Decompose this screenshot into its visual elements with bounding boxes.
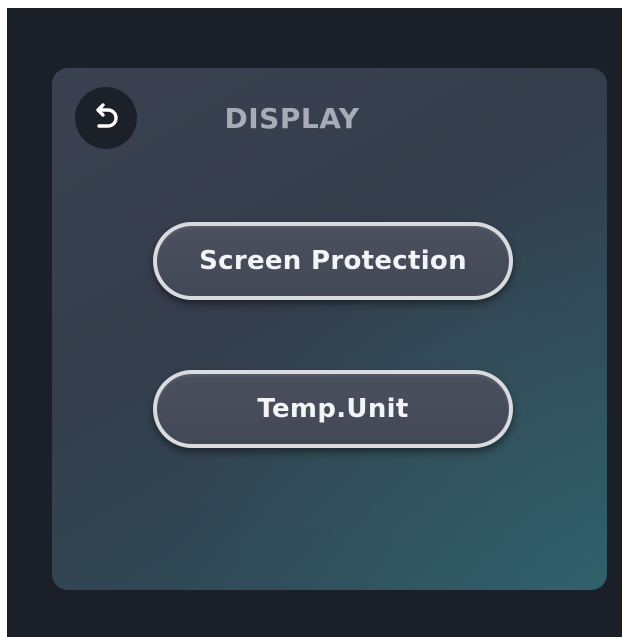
screen-protection-label: Screen Protection xyxy=(199,246,467,276)
temp-unit-label: Temp.Unit xyxy=(257,394,409,424)
screen-protection-button[interactable]: Screen Protection xyxy=(153,222,513,300)
page-title: DISPLAY xyxy=(224,102,360,135)
display-settings-panel: DISPLAY Screen Protection Temp.Unit xyxy=(52,68,607,590)
temp-unit-button[interactable]: Temp.Unit xyxy=(153,370,513,448)
back-button[interactable] xyxy=(75,87,137,149)
device-screen: DISPLAY Screen Protection Temp.Unit xyxy=(7,8,622,637)
undo-arrow-icon xyxy=(96,103,118,128)
